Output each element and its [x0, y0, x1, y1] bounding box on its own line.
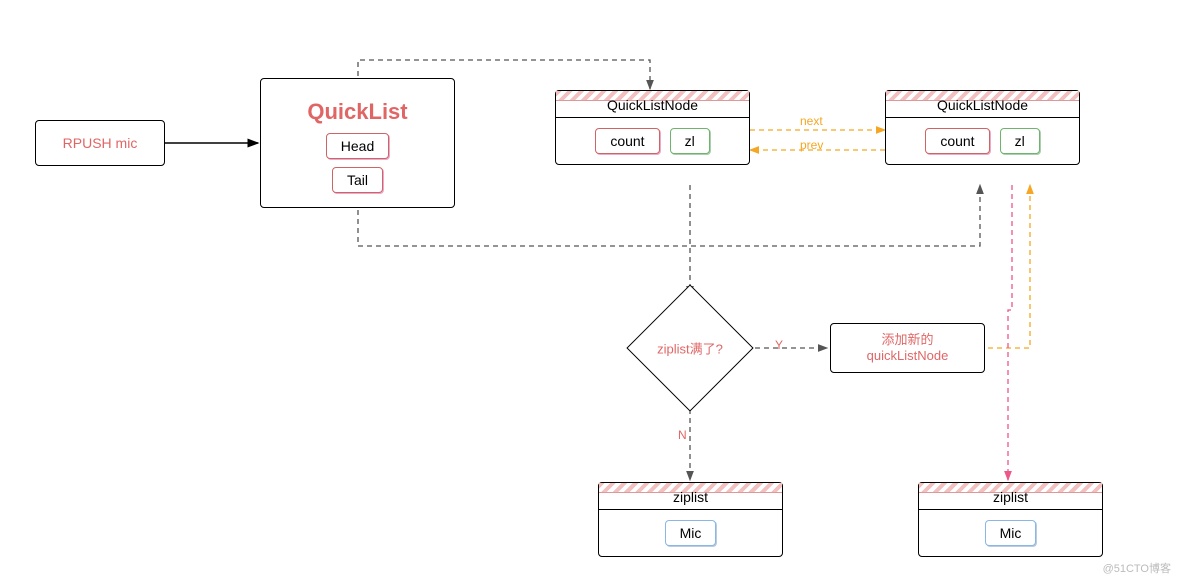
- addnode-line2: quickListNode: [867, 348, 949, 364]
- node2-count: count: [925, 128, 989, 154]
- rpush-command-box: RPUSH mic: [35, 120, 165, 166]
- node1-title: QuickListNode: [607, 97, 698, 113]
- node2-zl: zl: [1000, 128, 1040, 154]
- decision-text: ziplist满了?: [657, 339, 723, 358]
- quicklist-box: QuickList Head Tail: [260, 78, 455, 208]
- quicklist-tail: Tail: [332, 167, 383, 193]
- ziplist1-title: ziplist: [673, 489, 708, 505]
- add-node-box: 添加新的 quickListNode: [830, 323, 985, 373]
- node1-zl: zl: [670, 128, 710, 154]
- ziplist1-item: Mic: [665, 520, 717, 546]
- ziplist2-title: ziplist: [993, 489, 1028, 505]
- quicklist-head: Head: [326, 133, 389, 159]
- ziplist-2: ziplist Mic: [918, 482, 1103, 557]
- next-label: next: [800, 114, 823, 128]
- node2-title-row: QuickListNode: [886, 91, 1079, 118]
- quicklist-title: QuickList: [307, 99, 407, 125]
- rpush-command-text: RPUSH mic: [63, 135, 138, 151]
- node1-count: count: [595, 128, 659, 154]
- addnode-line1: 添加新的: [881, 332, 933, 348]
- prev-label: prev: [800, 138, 823, 152]
- node1-title-row: QuickListNode: [556, 91, 749, 118]
- watermark: @51CTO博客: [1103, 560, 1171, 576]
- ziplist2-title-row: ziplist: [919, 483, 1102, 510]
- ziplist-1: ziplist Mic: [598, 482, 783, 557]
- decision-diamond: ziplist满了?: [626, 284, 753, 411]
- ziplist2-item: Mic: [985, 520, 1037, 546]
- quicklist-node-1: QuickListNode count zl: [555, 90, 750, 165]
- node2-title: QuickListNode: [937, 97, 1028, 113]
- decision-n: N: [678, 428, 687, 442]
- decision-y: Y: [775, 338, 783, 352]
- ziplist1-title-row: ziplist: [599, 483, 782, 510]
- quicklist-node-2: QuickListNode count zl: [885, 90, 1080, 165]
